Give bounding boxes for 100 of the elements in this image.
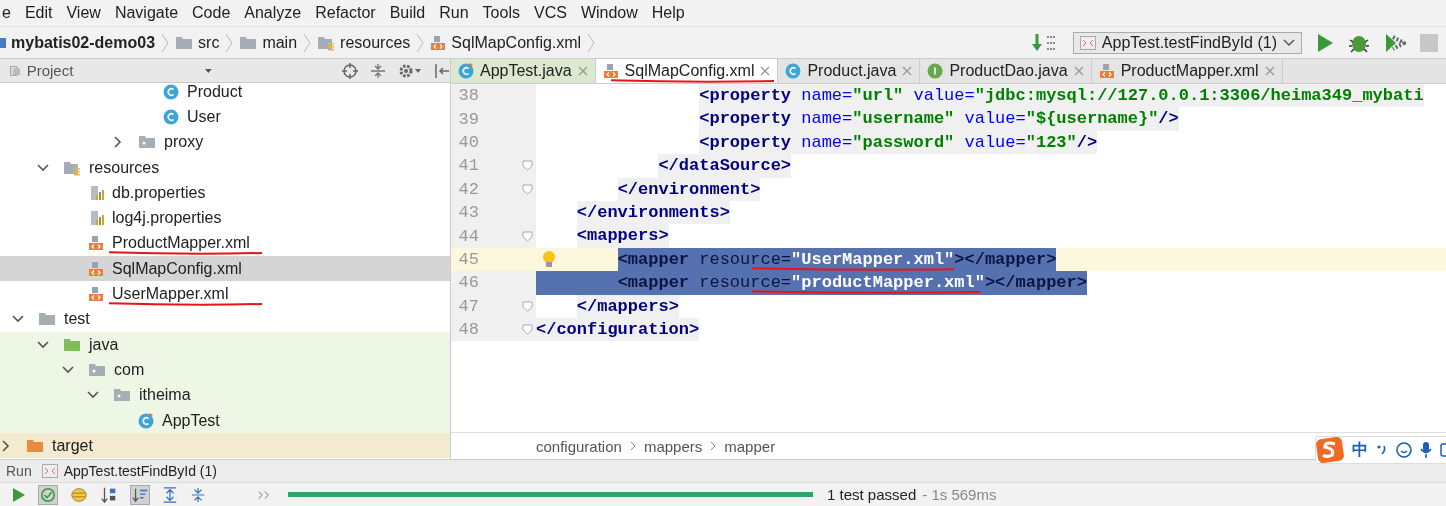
breadcrumb-item[interactable]: SqlMapConfig.xml <box>451 33 582 52</box>
class-icon <box>785 63 802 79</box>
coverage-icon[interactable] <box>1384 31 1406 54</box>
tree-item[interactable]: Product <box>0 79 450 105</box>
tree-label: resources <box>89 158 160 176</box>
expanded-chevron-icon[interactable] <box>62 363 74 376</box>
rerun-icon[interactable] <box>12 486 26 503</box>
caret-icon <box>1283 38 1295 47</box>
menu-item[interactable]: VCS <box>533 4 567 22</box>
tree-item[interactable]: resources <box>0 154 450 181</box>
expanded-chevron-icon[interactable] <box>37 338 49 351</box>
chevron-icon <box>710 441 717 451</box>
menu-item[interactable]: View <box>66 4 101 22</box>
collapse-icon[interactable] <box>370 62 386 79</box>
tree-item[interactable]: SqlMapConfig.xml <box>0 256 450 282</box>
breadcrumb-item[interactable]: mapper <box>724 437 776 455</box>
close-icon[interactable] <box>1264 66 1275 76</box>
close-icon[interactable] <box>902 66 913 76</box>
fold-marker-icon[interactable] <box>522 160 533 172</box>
class-icon <box>458 63 474 79</box>
expand-all-icon[interactable] <box>162 486 178 503</box>
menu-item[interactable]: e <box>2 4 11 22</box>
run-icon[interactable] <box>1316 32 1334 53</box>
breadcrumb-item[interactable]: resources <box>340 33 411 52</box>
fold-marker-icon[interactable] <box>522 183 533 195</box>
collapsed-chevron-icon[interactable] <box>0 439 12 452</box>
passed-filter-button[interactable] <box>38 484 58 505</box>
menu-item[interactable]: Refactor <box>315 4 376 22</box>
hide-panel-icon[interactable] <box>434 62 450 79</box>
locate-icon[interactable] <box>342 62 358 79</box>
panel-title[interactable]: Project <box>26 62 74 79</box>
menu-item[interactable]: Window <box>580 4 638 22</box>
collapse-all-icon[interactable] <box>190 486 206 503</box>
tree-item[interactable]: itheima <box>0 382 450 408</box>
run-config-dropdown[interactable]: AppTest.testFindById (1) <box>1072 31 1302 54</box>
menu-item[interactable]: Tools <box>482 4 520 22</box>
tree-label: java <box>89 335 119 353</box>
lightbulb-icon[interactable] <box>542 250 556 269</box>
test-config-icon <box>41 464 58 478</box>
breadcrumb-item[interactable]: src <box>198 33 220 52</box>
close-icon[interactable] <box>1073 66 1084 76</box>
menu-item[interactable]: Run <box>439 4 469 22</box>
close-icon[interactable] <box>760 66 771 76</box>
tree-item[interactable]: UserMapper.xml <box>0 281 450 307</box>
breadcrumb-item[interactable]: main <box>262 33 298 52</box>
tree-label: ProductMapper.xml <box>112 234 250 252</box>
breadcrumb-item[interactable]: mappers <box>643 437 703 455</box>
menu-item[interactable]: Code <box>192 4 231 22</box>
ime-logo-icon[interactable] <box>1316 437 1344 463</box>
xml-file-icon <box>602 63 619 79</box>
tree-item[interactable]: target <box>0 433 450 459</box>
tree-item[interactable]: proxy <box>0 129 450 155</box>
menu-item[interactable]: Help <box>651 4 685 22</box>
ime-mode[interactable]: 中 <box>1352 439 1368 461</box>
editor-tab[interactable]: SqlMapConfig.xml <box>595 59 779 83</box>
chevron-icon <box>629 441 636 451</box>
menu-item[interactable]: Edit <box>24 4 53 22</box>
tree-item[interactable]: test <box>0 306 450 332</box>
tree-item[interactable]: java <box>0 331 450 358</box>
tree-item[interactable]: User <box>0 104 450 130</box>
panel-title[interactable]: Run <box>6 463 32 479</box>
tree-label: User <box>187 107 221 125</box>
sort-duration-button[interactable] <box>130 484 150 505</box>
editor-tab[interactable]: AppTest.java <box>451 59 596 83</box>
menu-item[interactable]: Build <box>389 4 426 22</box>
menu-item[interactable]: Navigate <box>114 4 179 22</box>
collapsed-chevron-icon[interactable] <box>112 136 124 149</box>
line-number: 47 <box>457 296 479 316</box>
line-number: 44 <box>457 226 479 246</box>
line-number: 39 <box>457 109 479 129</box>
fold-marker-icon[interactable] <box>522 300 533 312</box>
breadcrumb-item[interactable]: mybatis02-demo03 <box>11 33 156 52</box>
tree-item[interactable]: com <box>0 357 450 383</box>
breadcrumb-item[interactable]: configuration <box>536 437 622 455</box>
close-icon[interactable] <box>577 66 588 76</box>
menu-item[interactable]: Analyze <box>244 4 302 22</box>
dropdown-icon[interactable] <box>205 67 212 74</box>
fold-marker-icon[interactable] <box>522 230 533 242</box>
run-tab[interactable]: AppTest.testFindById (1) <box>63 463 217 479</box>
class-icon <box>138 412 154 429</box>
more-icon[interactable] <box>258 489 270 500</box>
punctuation-icon[interactable] <box>1376 443 1388 457</box>
tree-item[interactable]: AppTest <box>0 407 450 434</box>
line-number: 46 <box>457 273 479 293</box>
ignored-filter-icon[interactable] <box>70 485 88 504</box>
tree-item[interactable]: ProductMapper.xml <box>0 230 450 257</box>
fold-marker-icon[interactable] <box>522 324 533 336</box>
microphone-icon[interactable] <box>1420 441 1432 459</box>
tree-item[interactable]: db.properties <box>0 180 450 206</box>
emoji-icon[interactable] <box>1396 442 1412 458</box>
test-result: 1 test passed <box>827 486 917 503</box>
expanded-chevron-icon[interactable] <box>37 161 49 174</box>
tree-label: AppTest <box>162 411 220 429</box>
line-number: 45 <box>457 249 479 269</box>
ime-toolbar[interactable]: 中 <box>1315 436 1446 464</box>
tree-item[interactable]: log4j.properties <box>0 205 450 231</box>
sort-alpha-icon[interactable] <box>100 485 118 504</box>
folder-icon <box>38 311 56 328</box>
settings-icon[interactable] <box>398 62 422 79</box>
xml-file-icon <box>1098 63 1115 79</box>
